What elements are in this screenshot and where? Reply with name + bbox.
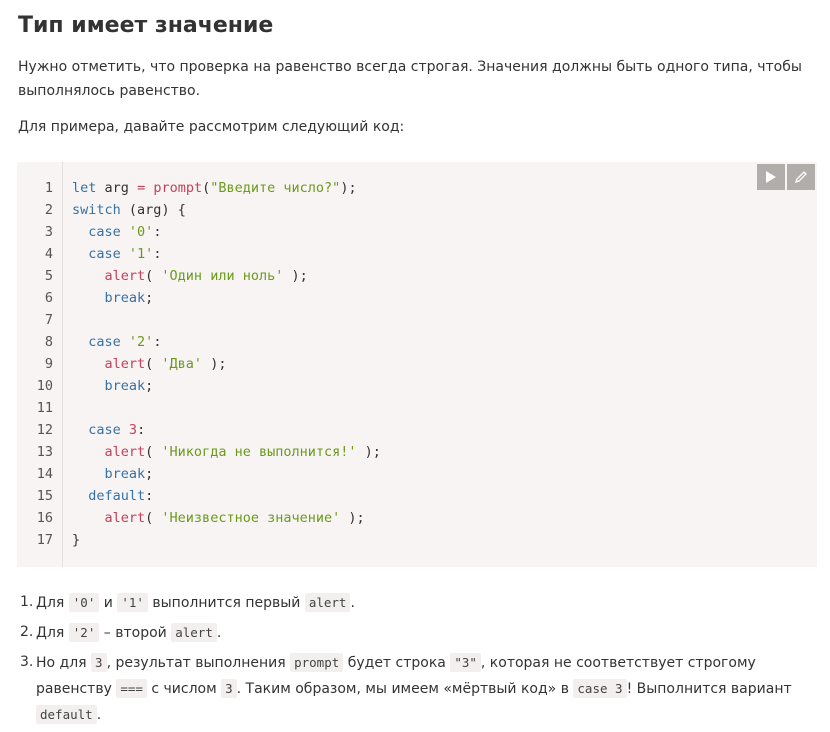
code-line: 13 alert( 'Никогда не выполнится!' ); bbox=[17, 441, 817, 463]
line-number: 15 bbox=[36, 488, 53, 504]
inline-code: case 3 bbox=[573, 679, 627, 698]
line-number: 1 bbox=[44, 180, 53, 196]
code-text: } bbox=[72, 532, 81, 548]
inline-code: '1' bbox=[117, 593, 148, 612]
code-text: switch (arg) { bbox=[72, 202, 186, 218]
code-text: alert( 'Два' ); bbox=[104, 356, 227, 372]
list-item: 1. Для '0' и '1' выполнится первый alert. bbox=[20, 593, 355, 612]
inline-code: '2' bbox=[68, 623, 100, 642]
code-line: 6 break; bbox=[17, 287, 817, 309]
code-line: 3 case '0': bbox=[17, 221, 817, 243]
line-number: 3 bbox=[44, 224, 53, 240]
inline-code: alert bbox=[171, 623, 217, 642]
line-number: 17 bbox=[36, 532, 53, 548]
line-number: 6 bbox=[44, 290, 53, 306]
code-line: 5 alert( 'Один или ноль' ); bbox=[17, 265, 817, 287]
code-text: case '2': bbox=[88, 334, 162, 350]
line-number: 7 bbox=[44, 312, 53, 328]
intro-paragraph: Нужно отметить, что проверка на равенств… bbox=[18, 59, 802, 99]
code-line: 15 default: bbox=[17, 485, 817, 507]
code-line: 14 break; bbox=[17, 463, 817, 485]
line-number: 9 bbox=[44, 356, 53, 372]
code-line: 16 alert( 'Неизвестное значение' ); bbox=[17, 507, 817, 529]
list-item: 3. Но для 3, результат выполнения prompt … bbox=[20, 653, 792, 724]
inline-code: '0' bbox=[68, 593, 100, 612]
code-text: break; bbox=[104, 290, 154, 306]
section-title: Тип имеет значение bbox=[18, 13, 274, 38]
code-text: default: bbox=[88, 488, 154, 504]
code-text: case '0': bbox=[88, 224, 162, 240]
inline-code: 3 bbox=[221, 679, 237, 698]
code-line: 2 switch (arg) { bbox=[17, 199, 817, 221]
line-number: 12 bbox=[36, 422, 53, 438]
code-line: 8 case '2': bbox=[17, 331, 817, 353]
code-text: break; bbox=[104, 378, 154, 394]
code-line: 12 case 3: bbox=[17, 419, 817, 441]
code-line: 1 let arg = prompt("Введите число?"); bbox=[17, 177, 817, 199]
code-text: case '1': bbox=[88, 246, 162, 262]
code-text: let arg = prompt("Введите число?"); bbox=[72, 180, 357, 196]
code-text: alert( 'Неизвестное значение' ); bbox=[104, 510, 365, 526]
code-line: 7 bbox=[17, 309, 817, 331]
code-line: 9 alert( 'Два' ); bbox=[17, 353, 817, 375]
inline-code: alert bbox=[304, 593, 351, 612]
inline-code: 3 bbox=[91, 653, 107, 672]
inline-code: === bbox=[116, 679, 147, 698]
code-line: 17} bbox=[17, 529, 817, 551]
code-text: break; bbox=[104, 466, 154, 482]
code-line: 4 case '1': bbox=[17, 243, 817, 265]
code-lines: 1 let arg = prompt("Введите число?"); 2 swi… bbox=[17, 177, 817, 551]
code-text: case 3: bbox=[88, 422, 146, 438]
code-example: 1 let arg = prompt("Введите число?"); 2 swi… bbox=[17, 162, 817, 567]
line-number: 11 bbox=[36, 400, 53, 416]
code-line: 11 bbox=[17, 397, 817, 419]
code-line: 10 break; bbox=[17, 375, 817, 397]
line-number: 4 bbox=[44, 246, 53, 262]
list-item: 2. Для '2' – второй alert. bbox=[20, 623, 222, 642]
line-number: 14 bbox=[36, 466, 53, 482]
code-text: alert( 'Один или ноль' ); bbox=[104, 268, 308, 284]
line-number: 5 bbox=[44, 268, 53, 284]
line-number: 2 bbox=[44, 202, 53, 218]
line-number: 10 bbox=[36, 378, 53, 394]
inline-code: prompt bbox=[290, 653, 344, 672]
line-number: 13 bbox=[36, 444, 53, 460]
code-text: alert( 'Никогда не выполнится!' ); bbox=[104, 444, 381, 460]
line-number: 16 bbox=[36, 510, 53, 526]
line-number: 8 bbox=[44, 334, 53, 350]
explanation-list: 1. Для '0' и '1' выполнится первый alert.… bbox=[20, 590, 816, 732]
inline-code: "3" bbox=[450, 653, 481, 672]
example-paragraph: Для примера, давайте рассмотрим следующи… bbox=[18, 119, 405, 135]
inline-code: default bbox=[36, 705, 97, 724]
